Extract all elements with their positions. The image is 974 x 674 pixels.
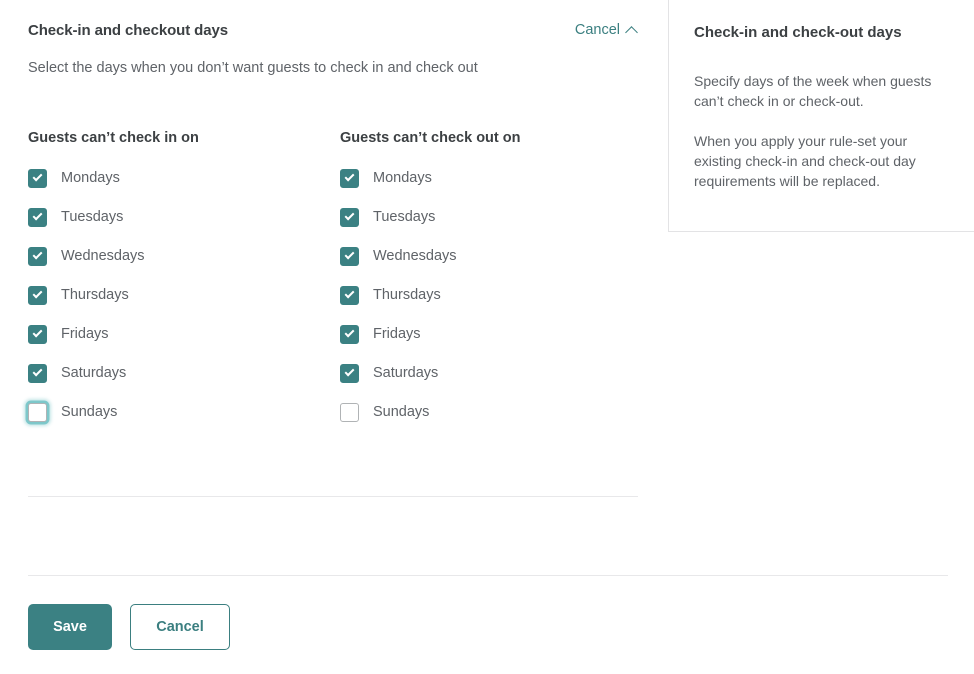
- day-checkbox-row[interactable]: Sundays: [28, 402, 199, 422]
- checkout-column-title: Guests can’t check out on: [340, 130, 521, 146]
- checkbox-checked-icon[interactable]: [28, 325, 47, 344]
- day-checkbox-label: Saturdays: [373, 365, 438, 381]
- checkbox-checked-icon[interactable]: [340, 169, 359, 188]
- checkin-days-column: Guests can’t check in on Mondays Tuesdays…: [28, 130, 199, 422]
- chevron-up-icon: [627, 25, 638, 36]
- cancel-collapse-link[interactable]: Cancel: [575, 22, 638, 38]
- day-checkbox-label: Sundays: [373, 404, 429, 420]
- day-checkbox-row[interactable]: Mondays: [340, 168, 521, 188]
- checkbox-checked-icon[interactable]: [28, 364, 47, 383]
- page-title: Check-in and checkout days: [28, 22, 228, 39]
- cancel-button[interactable]: Cancel: [130, 604, 230, 650]
- day-checkbox-label: Thursdays: [373, 287, 441, 303]
- checkin-days-list: Mondays Tuesdays Wednesdays Thursdays Friday…: [28, 168, 199, 422]
- day-checkbox-row[interactable]: Saturdays: [28, 363, 199, 383]
- checkout-days-column: Guests can’t check out on Mondays Tuesday…: [340, 130, 521, 422]
- day-checkbox-row[interactable]: Tuesdays: [340, 207, 521, 227]
- divider-upper: [28, 496, 638, 497]
- help-panel-body: Specify days of the week when guests can…: [694, 71, 956, 191]
- day-checkbox-label: Tuesdays: [373, 209, 435, 225]
- day-checkbox-row[interactable]: Saturdays: [340, 363, 521, 383]
- day-checkbox-row[interactable]: Tuesdays: [28, 207, 199, 227]
- day-checkbox-row[interactable]: Sundays: [340, 402, 521, 422]
- footer-actions: Save Cancel: [28, 604, 230, 650]
- checkin-column-title: Guests can’t check in on: [28, 130, 199, 146]
- day-checkbox-label: Fridays: [373, 326, 421, 342]
- day-checkbox-row[interactable]: Fridays: [28, 324, 199, 344]
- day-checkbox-row[interactable]: Fridays: [340, 324, 521, 344]
- day-checkbox-row[interactable]: Thursdays: [28, 285, 199, 305]
- day-checkbox-label: Wednesdays: [373, 248, 457, 264]
- checkbox-checked-icon[interactable]: [340, 286, 359, 305]
- divider-lower: [28, 575, 948, 576]
- day-checkbox-label: Mondays: [61, 170, 120, 186]
- day-checkbox-label: Sundays: [61, 404, 117, 420]
- section-subtitle: Select the days when you don’t want gues…: [28, 60, 478, 76]
- checkbox-checked-icon[interactable]: [28, 208, 47, 227]
- checkout-days-list: Mondays Tuesdays Wednesdays Thursdays Friday…: [340, 168, 521, 422]
- day-checkbox-label: Thursdays: [61, 287, 129, 303]
- day-checkbox-row[interactable]: Thursdays: [340, 285, 521, 305]
- day-checkbox-label: Mondays: [373, 170, 432, 186]
- help-tooltip-panel: Check-in and check-out days Specify days…: [668, 0, 974, 232]
- checkbox-checked-icon[interactable]: [340, 325, 359, 344]
- checkbox-checked-icon[interactable]: [340, 208, 359, 227]
- checkbox-checked-icon[interactable]: [340, 247, 359, 266]
- day-checkbox-row[interactable]: Wednesdays: [28, 246, 199, 266]
- checkbox-checked-icon[interactable]: [340, 364, 359, 383]
- day-checkbox-label: Tuesdays: [61, 209, 123, 225]
- day-checkbox-label: Fridays: [61, 326, 109, 342]
- help-panel-title: Check-in and check-out days: [694, 24, 902, 41]
- checkbox-unchecked-icon[interactable]: [340, 403, 359, 422]
- section-header: Check-in and checkout days Cancel: [28, 22, 638, 44]
- checkbox-checked-icon[interactable]: [28, 169, 47, 188]
- day-checkbox-label: Wednesdays: [61, 248, 145, 264]
- help-paragraph: Specify days of the week when guests can…: [694, 71, 956, 111]
- checkbox-checked-icon[interactable]: [28, 286, 47, 305]
- cancel-link-label: Cancel: [575, 22, 620, 38]
- checkin-checkout-days-form: Check-in and checkout days Cancel Select…: [0, 0, 668, 674]
- help-paragraph: When you apply your rule-set your existi…: [694, 131, 956, 191]
- day-checkbox-label: Saturdays: [61, 365, 126, 381]
- day-checkbox-row[interactable]: Wednesdays: [340, 246, 521, 266]
- checkbox-unchecked-icon[interactable]: [28, 403, 47, 422]
- day-checkbox-row[interactable]: Mondays: [28, 168, 199, 188]
- checkbox-checked-icon[interactable]: [28, 247, 47, 266]
- save-button[interactable]: Save: [28, 604, 112, 650]
